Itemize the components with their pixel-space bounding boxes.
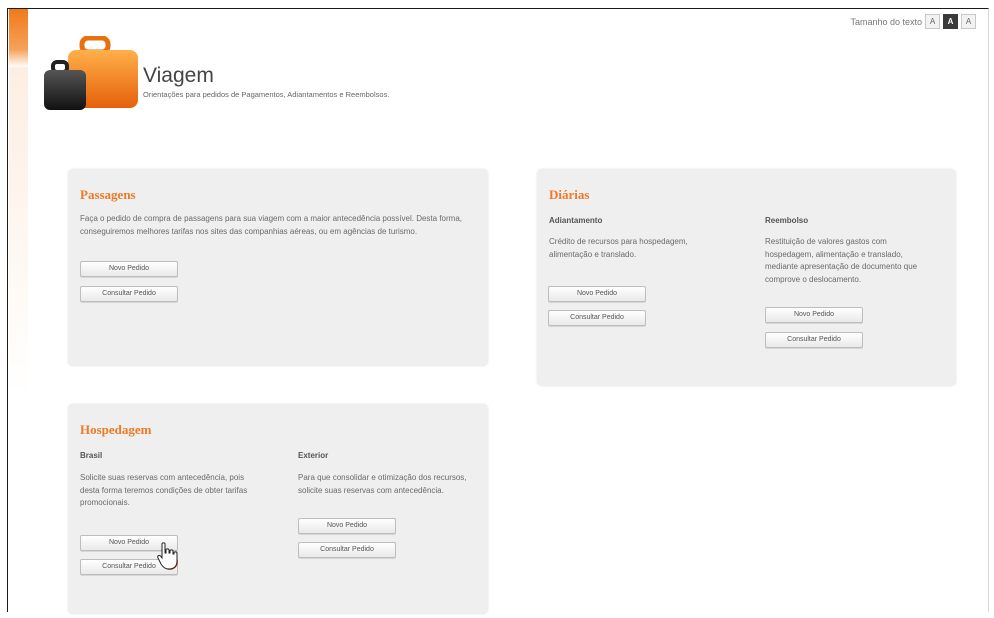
text-size-label: Tamanho do texto: [850, 16, 922, 27]
brasil-title: Brasil: [80, 451, 103, 460]
passagens-new-request-button[interactable]: Novo Pedido: [80, 261, 178, 277]
accent-fade: [9, 67, 28, 397]
passagens-title: Passagens: [80, 187, 136, 202]
suitcase-icon: [44, 36, 138, 110]
hospedagem-title: Hospedagem: [80, 422, 152, 437]
reembolso-new-request-button[interactable]: Novo Pedido: [765, 307, 863, 323]
exterior-description: Para que consolidar e otimização dos rec…: [298, 473, 467, 495]
text-size-control: Tamanho do texto A A A: [850, 14, 976, 29]
exterior-title: Exterior: [298, 451, 329, 460]
text-size-medium-button[interactable]: A: [943, 14, 958, 29]
hand-pointer-icon: [157, 542, 178, 570]
exterior-new-request-button[interactable]: Novo Pedido: [298, 518, 396, 534]
adiantamento-new-request-button[interactable]: Novo Pedido: [548, 286, 646, 302]
text-size-large-button[interactable]: A: [961, 14, 976, 29]
adiantamento-description: Crédito de recursos para hospedagem, ali…: [549, 237, 688, 259]
text-size-small-button[interactable]: A: [925, 14, 940, 29]
exterior-check-request-button[interactable]: Consultar Pedido: [298, 542, 396, 558]
passagens-description: Faça o pedido de compra de passagens par…: [80, 214, 462, 236]
reembolso-description: Restituição de valores gastos com hosped…: [765, 237, 918, 284]
passagens-check-request-button[interactable]: Consultar Pedido: [80, 286, 178, 302]
page-subtitle: Orientações para pedidos de Pagamentos, …: [143, 90, 390, 99]
accent-bar: [9, 9, 28, 67]
diarias-title: Diárias: [549, 187, 590, 202]
brasil-description: Solicite suas reservas com antecedência,…: [80, 473, 248, 507]
passagens-card: Passagens Faça o pedido de compra de pas…: [68, 169, 488, 366]
reembolso-check-request-button[interactable]: Consultar Pedido: [765, 332, 863, 348]
diarias-card: Diárias Adiantamento Crédito de recursos…: [537, 169, 956, 386]
hospedagem-card: Hospedagem Brasil Solicite suas reservas…: [68, 404, 488, 614]
adiantamento-check-request-button[interactable]: Consultar Pedido: [548, 310, 646, 326]
reembolso-title: Reembolso: [765, 216, 809, 225]
adiantamento-title: Adiantamento: [549, 216, 603, 225]
page-title: Viagem: [143, 64, 214, 87]
